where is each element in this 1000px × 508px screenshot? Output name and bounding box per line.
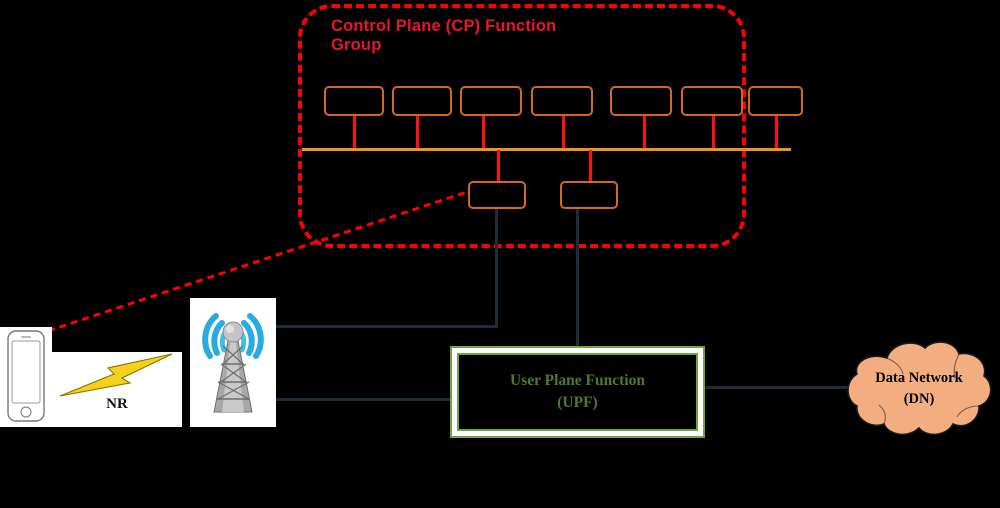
cp-connector-stub-5 <box>643 116 646 149</box>
cell-tower-icon[interactable] <box>190 298 276 427</box>
control-plane-service-bus <box>302 148 791 151</box>
user-plane-function-box[interactable]: User Plane Function (UPF) <box>450 346 705 438</box>
cp-connector-stub-4 <box>562 116 565 149</box>
cp-connector-stub-3 <box>482 116 485 149</box>
cp-connector-stub-7 <box>775 116 778 149</box>
cp-function-box-7[interactable] <box>748 86 803 116</box>
nr-tile: NR <box>52 352 182 427</box>
cp-access-function-box-1[interactable] <box>468 181 526 209</box>
n4-link-vertical <box>576 209 579 348</box>
cp-function-box-3[interactable] <box>460 86 522 116</box>
cp-connector-stub-2 <box>416 116 419 149</box>
control-plane-title: Control Plane (CP) Function Group <box>331 17 557 54</box>
cp-function-box-5[interactable] <box>610 86 672 116</box>
cp-connector-stub-lower-2 <box>589 150 592 182</box>
nr-label: NR <box>106 396 128 412</box>
n2-link-horizontal <box>276 325 498 328</box>
n2-link-vertical <box>495 209 498 328</box>
n3-link <box>276 398 452 401</box>
diagram-canvas: Control Plane (CP) Function Group User P… <box>0 0 1000 508</box>
cp-function-box-6[interactable] <box>681 86 743 116</box>
cp-session-function-box-2[interactable] <box>560 181 618 209</box>
user-plane-function-inner: User Plane Function (UPF) <box>457 353 698 431</box>
user-plane-function-label: User Plane Function (UPF) <box>510 372 645 411</box>
smartphone-icon[interactable] <box>0 327 52 427</box>
cp-connector-stub-lower-1 <box>497 150 500 182</box>
data-network-label: Data Network (DN) <box>875 370 963 407</box>
n6-link <box>705 386 855 389</box>
cp-function-box-2[interactable] <box>392 86 452 116</box>
cp-connector-stub-1 <box>353 116 356 149</box>
ue-tile <box>0 327 52 427</box>
cell-tower-tile <box>190 298 276 427</box>
cp-function-box-1[interactable] <box>324 86 384 116</box>
lightning-bolt-icon <box>59 353 173 397</box>
cp-connector-stub-6 <box>712 116 715 149</box>
cp-function-box-4[interactable] <box>531 86 593 116</box>
